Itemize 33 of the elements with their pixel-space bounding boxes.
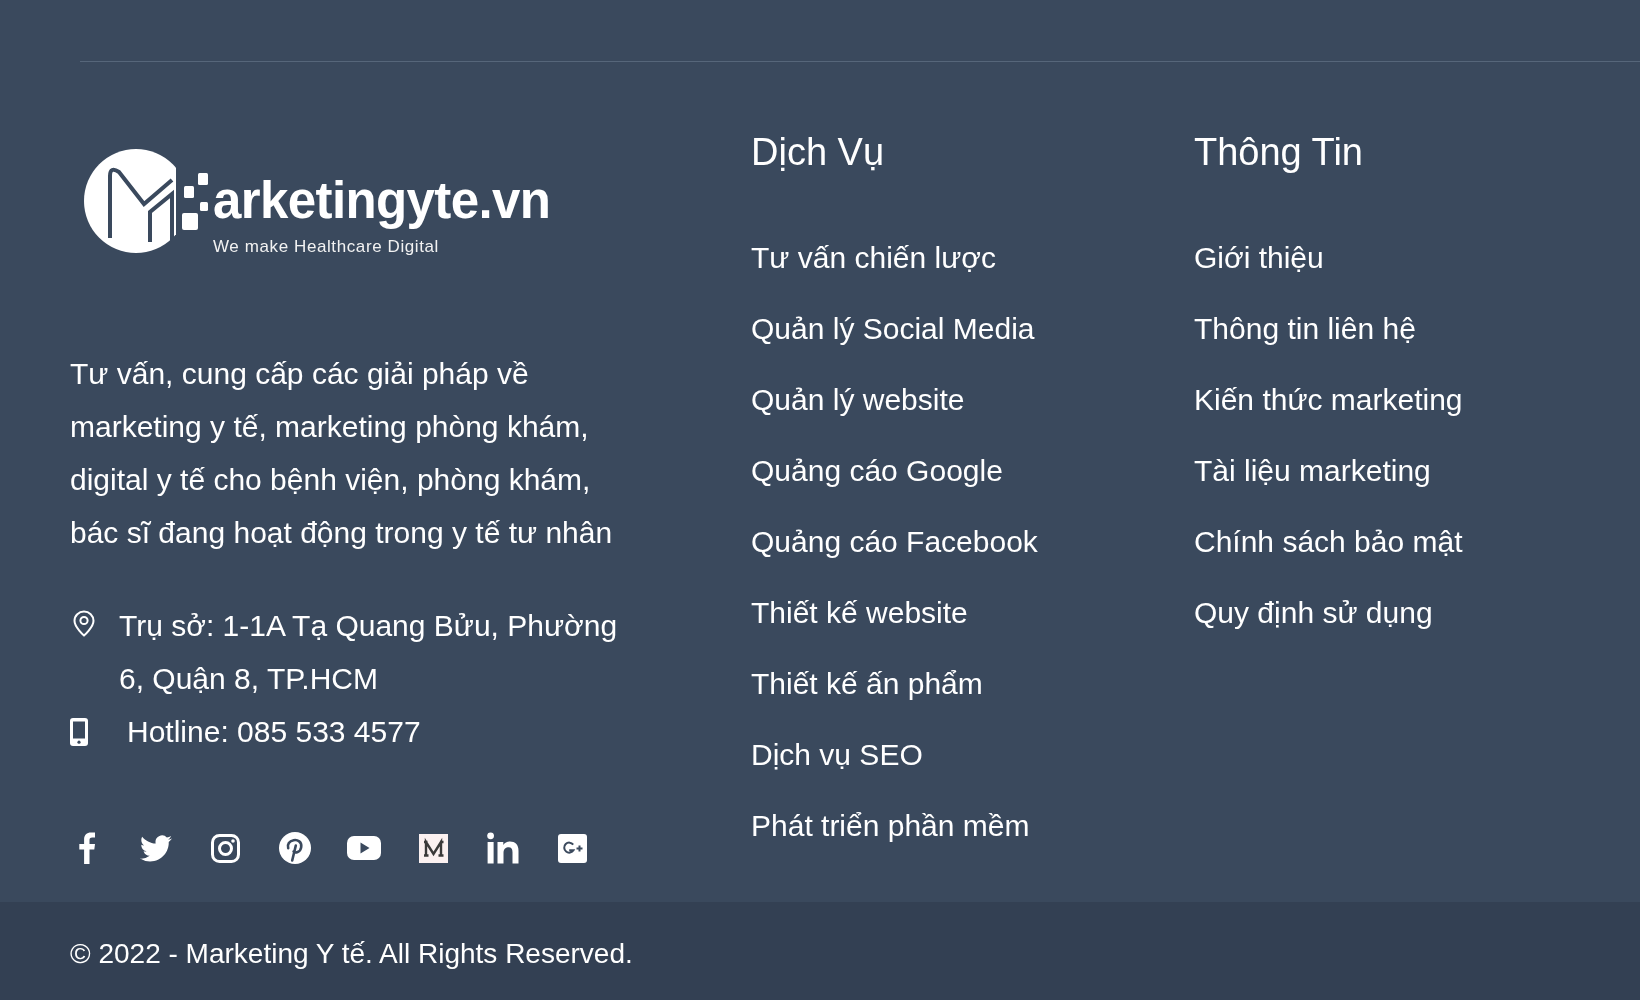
footer-link[interactable]: Kiến thức marketing — [1194, 364, 1463, 435]
instagram-icon[interactable] — [211, 833, 241, 863]
footer-link[interactable]: Quảng cáo Google — [751, 435, 1003, 506]
pinterest-icon[interactable] — [278, 832, 311, 864]
footer-link[interactable]: Tư vấn chiến lược — [751, 222, 996, 293]
footer-link[interactable]: Giới thiệu — [1194, 222, 1324, 293]
column-heading: Dịch Vụ — [751, 130, 885, 175]
google-plus-icon[interactable] — [557, 833, 587, 863]
youtube-icon[interactable] — [347, 836, 382, 860]
facebook-icon[interactable] — [79, 832, 95, 864]
address-text: Trụ sở: 1-1A Tạ Quang Bửu, Phường 6, Quận 8, TP.HCM — [119, 608, 619, 697]
hotline-text: Hotline: 085 533 4577 — [127, 714, 421, 750]
footer-link[interactable]: Dịch vụ SEO — [751, 719, 923, 790]
mobile-phone-icon — [70, 718, 88, 746]
footer-link[interactable]: Quảng cáo Facebook — [751, 506, 1038, 577]
medium-icon[interactable] — [419, 833, 448, 863]
copyright-text: © 2022 - Marketing Y tế. All Rights Reserved. — [70, 937, 633, 971]
footer-link[interactable]: Phát triển phần mềm — [751, 790, 1030, 861]
location-pin-icon — [72, 610, 96, 637]
footer-link[interactable]: Quản lý website — [751, 364, 965, 435]
footer-link[interactable]: Quản lý Social Media — [751, 293, 1035, 364]
twitter-icon[interactable] — [140, 834, 173, 862]
linkedin-icon[interactable] — [486, 832, 519, 864]
column-heading: Thông Tin — [1194, 130, 1363, 175]
footer-link[interactable]: Thiết kế website — [751, 577, 968, 648]
logo-mark-icon — [84, 146, 208, 256]
footer-link[interactable]: Thiết kế ấn phẩm — [751, 648, 983, 719]
footer-link[interactable]: Tài liệu marketing — [1194, 435, 1431, 506]
footer-link[interactable]: Chính sách bảo mật — [1194, 506, 1463, 577]
footer-link[interactable]: Thông tin liên hệ — [1194, 293, 1416, 364]
logo-tagline: We make Healthcare Digital — [213, 237, 439, 257]
footer-link[interactable]: Quy định sử dụng — [1194, 577, 1433, 648]
company-description: Tư vấn, cung cấp các giải pháp về marketing y tế, marketing phòng khám, digital y tế cho bệnh viện, phòng khám, bác sĩ đang hoạt động trong y tế tư nhân — [70, 356, 614, 551]
